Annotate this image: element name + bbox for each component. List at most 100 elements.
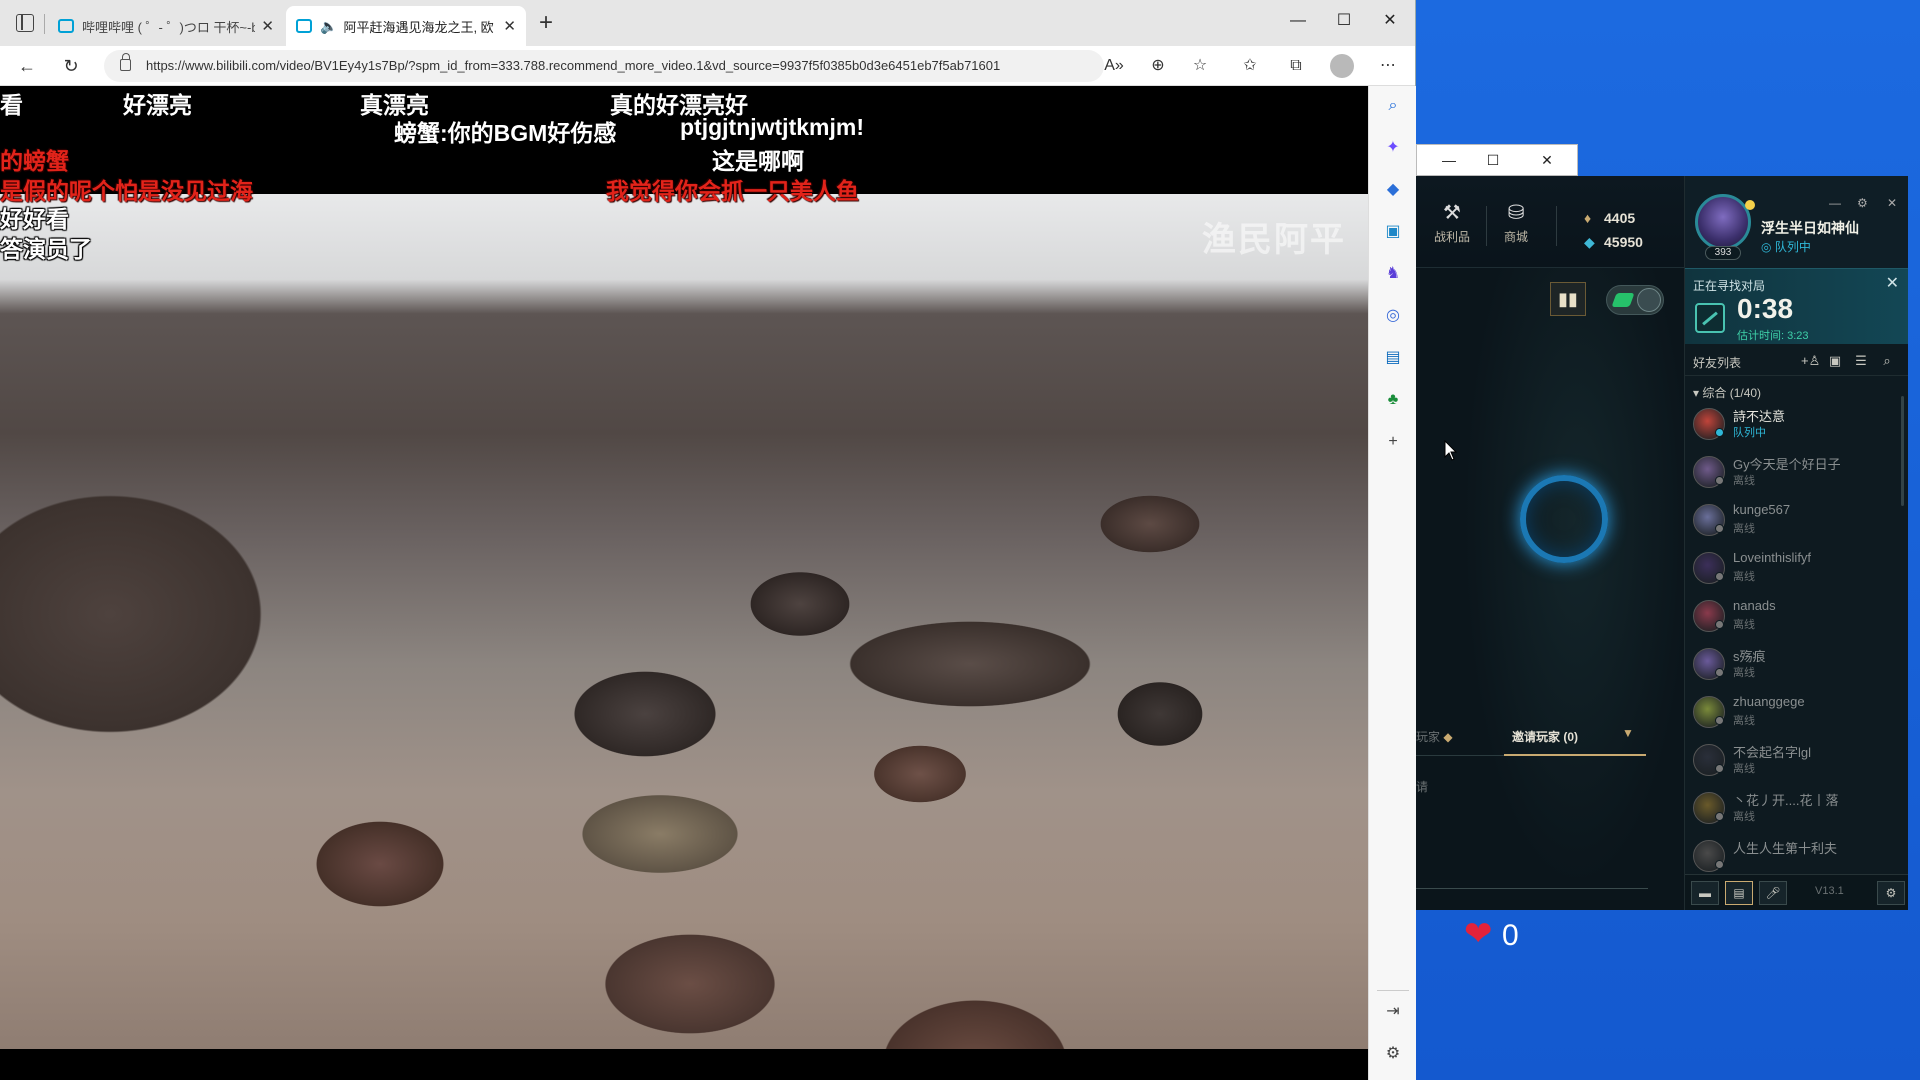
friend-status: 离线: [1733, 715, 1755, 727]
close-icon[interactable]: ✕: [1887, 196, 1897, 210]
games-icon[interactable]: ♞: [1381, 262, 1405, 286]
voice-icon[interactable]: 🎤︎: [1759, 881, 1787, 905]
video-player[interactable]: 渔民阿平 看 好漂亮 真漂亮 真的好漂亮好 螃蟹:你的BGM好伤感 ptjgjt…: [0, 86, 1368, 1080]
tab-close-icon[interactable]: ✕: [503, 17, 516, 35]
minimize-button[interactable]: —: [1829, 196, 1841, 210]
settings-gear-icon[interactable]: ⚙: [1381, 1042, 1405, 1066]
players-tab[interactable]: 玩家 ◆: [1416, 728, 1453, 745]
refresh-button[interactable]: ↻: [56, 52, 86, 80]
friend-row[interactable]: zhuanggege 离线: [1685, 690, 1908, 738]
store-button[interactable]: ⛁ 商城: [1502, 202, 1530, 245]
hide-sidebar-icon[interactable]: ⇥: [1381, 1000, 1405, 1024]
store-label: 商城: [1503, 230, 1528, 244]
tree-icon[interactable]: ♣: [1381, 388, 1405, 412]
separator: [1486, 206, 1487, 246]
shopping-tag-icon[interactable]: ◆: [1381, 178, 1405, 202]
rp-icon: ♦: [1584, 210, 1592, 226]
speaker-icon[interactable]: 🔈: [320, 18, 337, 35]
minimize-button[interactable]: —: [1276, 6, 1320, 36]
scrollbar[interactable]: [1901, 396, 1904, 506]
party-toggle[interactable]: [1606, 285, 1664, 315]
danmaku-comment: 这是哪啊: [712, 148, 804, 174]
friend-group-header[interactable]: ▾ 综合 (1/40): [1693, 384, 1761, 401]
chat-icon[interactable]: ▬: [1691, 881, 1719, 905]
friend-row[interactable]: 不会起名字lgl 离线: [1685, 738, 1908, 786]
cancel-queue-icon[interactable]: ✕: [1886, 273, 1899, 293]
friend-row[interactable]: kunge567 离线: [1685, 498, 1908, 546]
presence-dot: [1715, 812, 1724, 821]
more-menu-icon[interactable]: ⋯: [1376, 54, 1400, 78]
friend-status: 离线: [1733, 571, 1755, 583]
divider: [1416, 888, 1648, 889]
read-aloud-icon[interactable]: A»: [1102, 54, 1126, 78]
tab-label: 哔哩哔哩 ( ゜- ゜)つロ 干杯~-bilibili: [82, 19, 256, 35]
info-icon: ◆: [1443, 730, 1453, 744]
help-icon[interactable]: ⚙: [1877, 881, 1905, 905]
presence-dot: [1715, 860, 1724, 869]
add-sidebar-app-icon[interactable]: +: [1381, 430, 1405, 454]
stats-button[interactable]: ▮▮: [1550, 282, 1586, 316]
danmaku-comment: 看: [0, 92, 23, 118]
tab-video[interactable]: 🔈 阿平赶海遇见海龙之王, 欧 ✕: [286, 6, 526, 46]
tab-actions-icon[interactable]: [16, 14, 34, 32]
add-folder-icon[interactable]: ▣: [1827, 353, 1843, 369]
add-favorite-icon[interactable]: ☆: [1188, 54, 1212, 78]
queue-title: 正在寻找对局: [1693, 279, 1766, 293]
summoner-status[interactable]: ◎ 队列中: [1761, 238, 1811, 255]
friend-name: 不会起名字lgl: [1733, 745, 1812, 760]
heart-icon: ❤: [1464, 915, 1493, 953]
video-frame[interactable]: 渔民阿平: [0, 194, 1368, 1049]
search-icon[interactable]: ⌕: [1879, 353, 1895, 369]
friend-row[interactable]: Loveinthislifyf 离线: [1685, 546, 1908, 594]
invite-players-tab[interactable]: 邀请玩家 (0): [1512, 728, 1578, 745]
loot-button[interactable]: ⚒ 战利品: [1434, 202, 1470, 245]
favorites-icon[interactable]: ✩: [1238, 54, 1262, 78]
friend-row[interactable]: nanads 离线: [1685, 594, 1908, 642]
extension-icon[interactable]: ⊕: [1146, 54, 1170, 78]
tab-bilibili-home[interactable]: 哔哩哔哩 ( ゜- ゜)つロ 干杯~-bilibili ✕: [48, 6, 284, 46]
maximize-button[interactable]: ☐: [1322, 6, 1366, 36]
lobby-area: ▮▮ 玩家 ◆ 邀请玩家 (0) ▼ 请: [1416, 268, 1684, 910]
office-icon[interactable]: ◎: [1381, 304, 1405, 328]
friend-status: 队列中: [1733, 427, 1766, 439]
edge-sidebar: ⌕ ✦ ◆ ▣ ♞ ◎ ▤ ♣ + ⇥ ⚙: [1368, 86, 1416, 1080]
outlook-icon[interactable]: ▤: [1381, 346, 1405, 370]
loot-icon: ⚒: [1443, 202, 1461, 224]
url-input[interactable]: https://www.bilibili.com/video/BV1Ey4y1s…: [104, 50, 1104, 82]
friend-status: 离线: [1733, 811, 1755, 823]
be-balance[interactable]: ◆ 45950: [1584, 234, 1643, 251]
sidebar-divider: [1377, 990, 1409, 991]
friend-row[interactable]: s殇痕 离线: [1685, 642, 1908, 690]
close-window-button[interactable]: ✕: [1368, 6, 1412, 36]
profile-avatar-icon[interactable]: [1330, 54, 1354, 78]
maximize-button[interactable]: ☐: [1475, 145, 1511, 175]
messages-icon[interactable]: ▤: [1725, 881, 1753, 905]
add-friend-icon[interactable]: +♙: [1801, 353, 1820, 369]
copilot-icon[interactable]: ✦: [1381, 136, 1405, 160]
chevron-down-icon[interactable]: ▼: [1622, 726, 1634, 740]
summoner-name[interactable]: 浮生半日如神仙: [1761, 218, 1859, 238]
friend-row[interactable]: 詩不达意 队列中: [1685, 402, 1908, 450]
rp-balance[interactable]: ♦ 4405: [1584, 210, 1635, 226]
presence-dot: [1715, 572, 1724, 581]
back-button[interactable]: ←: [12, 52, 42, 80]
avatar[interactable]: [1695, 194, 1751, 250]
client-version: V13.1: [1815, 885, 1844, 897]
collections-icon[interactable]: ⧉: [1284, 54, 1308, 78]
friends-title: 好友列表: [1693, 356, 1742, 370]
minimize-button[interactable]: —: [1431, 145, 1467, 175]
tab-close-icon[interactable]: ✕: [261, 17, 274, 35]
tab-separator: [44, 14, 45, 34]
list-view-icon[interactable]: ☰: [1853, 353, 1869, 369]
search-icon[interactable]: ⌕: [1381, 94, 1405, 118]
tools-icon[interactable]: ▣: [1381, 220, 1405, 244]
close-window-button[interactable]: ✕: [1529, 145, 1565, 175]
new-tab-button[interactable]: +: [532, 10, 560, 38]
friend-row[interactable]: Gy今天是个好日子 离线: [1685, 450, 1908, 498]
friend-name: zhuanggege: [1733, 694, 1805, 709]
cut-label: 请: [1416, 780, 1429, 794]
friend-row[interactable]: 丶花丿开....花丨落 离线: [1685, 786, 1908, 834]
danmaku-comment: 好好看: [0, 206, 69, 232]
queue-status-panel: 正在寻找对局 ✕ 0:38 估计时间: 3:23: [1685, 268, 1908, 344]
settings-gear-icon[interactable]: ⚙: [1857, 196, 1868, 210]
